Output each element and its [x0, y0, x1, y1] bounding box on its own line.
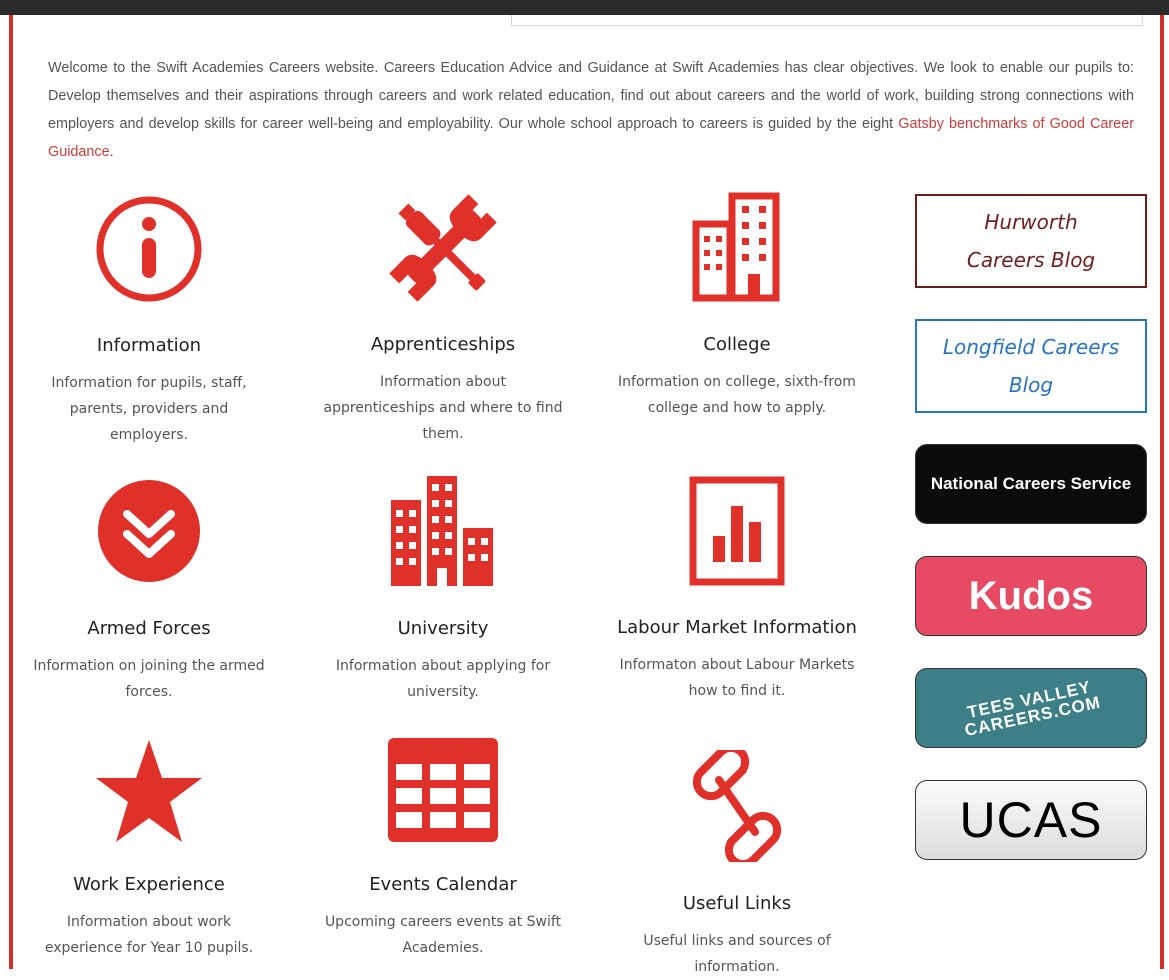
hurworth-label: Hurworth Careers Blog — [966, 210, 1096, 272]
item-university[interactable]: University Information about applying fo… — [323, 476, 563, 705]
item-desc: Information about applying for universit… — [335, 658, 551, 700]
item-title: Apprenticeships — [370, 334, 516, 355]
item-desc: Information on joining the armed forces. — [33, 658, 265, 700]
item-title: Events Calendar — [369, 874, 517, 895]
item-title: Information — [96, 335, 202, 356]
item-armed-forces[interactable]: Armed Forces Information on joining the … — [29, 476, 269, 705]
item-title: Work Experience — [73, 874, 225, 895]
item-college[interactable]: College Information on college, sixth-fr… — [617, 192, 857, 421]
intro-end: . — [109, 144, 114, 160]
chevrons-down-icon — [98, 480, 200, 582]
star-icon — [96, 740, 202, 842]
bar-chart-icon — [689, 476, 785, 586]
item-information[interactable]: Information Information for pupils, staf… — [29, 194, 269, 448]
intro-text: Welcome to the Swift Academies Careers w… — [48, 54, 1134, 166]
frame-border-right — [1160, 15, 1164, 969]
top-bar — [0, 0, 1169, 15]
city-icon — [391, 476, 493, 586]
item-desc: Information about work experience for Ye… — [44, 914, 254, 956]
ucas-label: UCAS — [959, 792, 1103, 848]
item-title: College — [703, 334, 771, 355]
longfield-label: Longfield Careers Blog — [942, 335, 1120, 397]
frame-border-left — [9, 15, 13, 969]
item-useful-links[interactable]: Useful Links Useful links and sources of… — [617, 750, 857, 980]
item-desc: Useful links and sources of information. — [643, 933, 831, 975]
ncs-label: National Careers Service — [930, 474, 1132, 493]
item-title: Useful Links — [682, 893, 792, 914]
kudos-logo[interactable]: Kudos — [915, 556, 1147, 636]
hurworth-careers-blog-link[interactable]: Hurworth Careers Blog — [915, 194, 1147, 288]
table-icon — [388, 738, 498, 842]
tools-icon — [389, 194, 497, 302]
item-work-experience[interactable]: Work Experience Information about work e… — [29, 738, 269, 961]
item-desc: Upcoming careers events at Swift Academi… — [324, 914, 562, 956]
national-careers-service-logo[interactable]: National Careers Service — [915, 444, 1147, 524]
item-desc: Information about apprenticeships and wh… — [323, 374, 563, 442]
building-icon — [692, 192, 780, 302]
item-apprenticeships[interactable]: Apprenticeships Information about appren… — [323, 192, 563, 447]
search-input[interactable] — [511, 15, 1143, 26]
tees-valley-careers-logo[interactable]: TEES VALLEY CAREERS.COM — [915, 668, 1147, 748]
info-icon — [96, 196, 202, 302]
item-title: Armed Forces — [87, 618, 211, 639]
item-labour-market[interactable]: Labour Market Information Informaton abo… — [617, 476, 857, 704]
item-desc: Information for pupils, staff, parents, … — [51, 375, 247, 443]
item-title: University — [397, 618, 489, 639]
item-title: Labour Market Information — [617, 617, 857, 638]
ucas-logo[interactable]: UCAS — [915, 780, 1147, 860]
longfield-careers-blog-link[interactable]: Longfield Careers Blog — [915, 319, 1147, 413]
kudos-label: Kudos — [968, 573, 1094, 618]
item-events-calendar[interactable]: Events Calendar Upcoming careers events … — [323, 738, 563, 961]
paperclip-icon — [692, 750, 782, 862]
item-desc: Information on college, sixth-from colle… — [618, 374, 856, 416]
tees-label: TEES VALLEY CAREERS.COM — [963, 677, 1103, 741]
item-desc: Informaton about Labour Markets how to f… — [619, 657, 855, 699]
